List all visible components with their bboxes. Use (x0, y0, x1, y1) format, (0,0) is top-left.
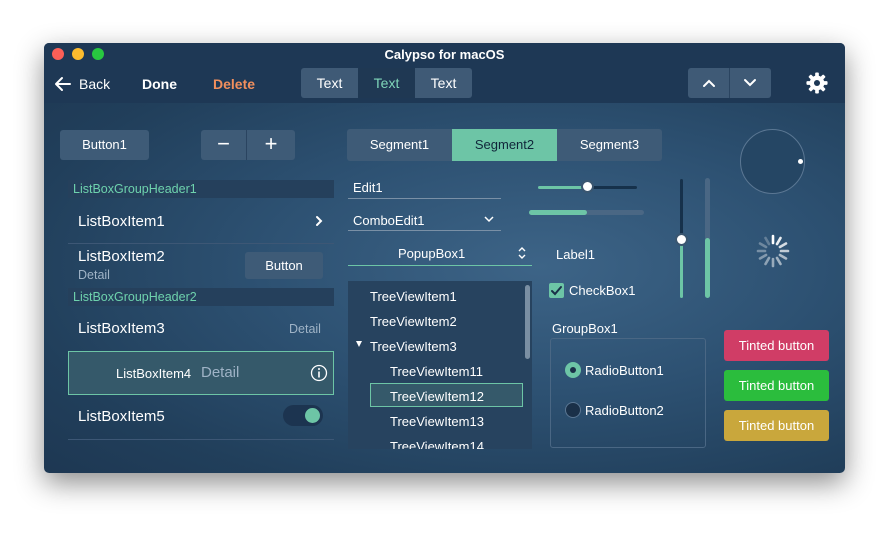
listbox-item-3-label: ListBoxItem3 (78, 320, 165, 337)
radio-circle-unchecked (565, 402, 581, 418)
vprogress-fill (705, 238, 710, 298)
slider-track-empty (587, 186, 637, 189)
segment-3[interactable]: Segment3 (557, 129, 662, 161)
tree-item-14[interactable]: TreeViewItem14 (390, 439, 484, 449)
chevron-right-icon (316, 216, 323, 226)
checkmark-icon (551, 286, 562, 296)
radio-button-2-label: RadioButton2 (585, 403, 664, 418)
checkbox1-label: CheckBox1 (569, 283, 636, 298)
listbox-item-2-label: ListBoxItem2 (78, 248, 165, 265)
info-circle-icon[interactable] (310, 364, 328, 382)
listbox-item-2-button[interactable]: Button (245, 252, 323, 279)
label1: Label1 (556, 247, 596, 262)
edit1-field[interactable]: Edit1 (353, 180, 383, 195)
dial-knob[interactable] (740, 129, 805, 194)
listbox-item-3[interactable]: ListBoxItem3 Detail (68, 306, 334, 350)
popupbox1[interactable]: PopupBox1 (348, 241, 532, 265)
vertical-slider[interactable] (675, 179, 689, 298)
checkbox1[interactable]: CheckBox1 (549, 282, 659, 300)
radio-circle-checked (565, 362, 581, 378)
arrow-left-icon (55, 77, 71, 91)
button1[interactable]: Button1 (60, 130, 149, 160)
vertical-progress-bar (705, 178, 710, 298)
listbox-item-4-label: ListBoxItem4 (116, 366, 192, 381)
activity-spinner-icon (756, 234, 790, 268)
tinted-button-green[interactable]: Tinted button (724, 370, 829, 401)
tree-expander-icon[interactable] (356, 341, 362, 347)
tree-item-13[interactable]: TreeViewItem13 (390, 414, 484, 429)
listbox-item-4-detail: Detail (201, 364, 240, 381)
progress-fill (529, 210, 587, 215)
chevron-up-icon (703, 79, 715, 87)
tree-scrollbar[interactable] (525, 285, 530, 359)
listbox-item-1[interactable]: ListBoxItem1 (68, 198, 334, 243)
tinted-button-red[interactable]: Tinted button (724, 330, 829, 361)
comboedit1-label: ComboEdit1 (353, 213, 425, 228)
tree-item-12[interactable]: TreeViewItem12 (390, 389, 484, 404)
listbox-item-3-detail: Detail (289, 322, 321, 336)
listbox-item-5[interactable]: ListBoxItem5 (68, 395, 334, 439)
minus-button[interactable]: − (201, 130, 247, 160)
up-down-chevron-icon (518, 247, 526, 259)
checkbox-box (549, 283, 564, 298)
tree-view: TreeViewItem1 TreeViewItem2 TreeViewItem… (348, 281, 532, 449)
tinted-button-yellow[interactable]: Tinted button (724, 410, 829, 441)
segment-2[interactable]: Segment2 (452, 129, 557, 161)
horizontal-progress-bar (529, 210, 644, 215)
dial-indicator (798, 159, 803, 164)
listbox-item-4[interactable]: ListBoxItem4 Detail (68, 351, 334, 395)
delete-button[interactable]: Delete (213, 76, 255, 92)
slider-thumb[interactable] (581, 180, 594, 193)
app-window: Calypso for macOS Back Done Delete Text … (44, 43, 845, 473)
listbox-group-header-1: ListBoxGroupHeader1 (68, 180, 334, 198)
back-button[interactable]: Back (54, 73, 116, 95)
popupbox1-underline (348, 265, 532, 266)
back-label: Back (79, 76, 111, 92)
edit1-underline (348, 198, 501, 199)
gear-icon[interactable] (806, 72, 828, 94)
down-button[interactable] (730, 68, 771, 98)
radio-dot (570, 367, 576, 373)
chevron-down-icon (484, 216, 494, 223)
tree-item-2[interactable]: TreeViewItem2 (370, 314, 457, 329)
chevron-down-icon (744, 79, 756, 87)
tree-item-11[interactable]: TreeViewItem11 (390, 364, 483, 379)
listbox-item-5-toggle[interactable] (283, 405, 323, 426)
radio-button-1[interactable]: RadioButton1 (565, 361, 695, 379)
tree-item-1[interactable]: TreeViewItem1 (370, 289, 457, 304)
listbox-item-2-detail: Detail (78, 268, 110, 282)
vslider-track-empty (680, 179, 683, 239)
up-button[interactable] (688, 68, 730, 98)
horizontal-slider[interactable] (538, 179, 637, 195)
tree-item-3[interactable]: TreeViewItem3 (370, 339, 457, 354)
done-button[interactable]: Done (142, 76, 177, 92)
listbox-item-2[interactable]: ListBoxItem2 Detail Button (68, 244, 334, 288)
listbox-item-5-label: ListBoxItem5 (78, 408, 165, 425)
listbox-item-1-label: ListBoxItem1 (78, 213, 165, 230)
popupbox1-label: PopupBox1 (398, 246, 466, 261)
vslider-track-filled (680, 239, 683, 298)
slider-track-filled (538, 186, 587, 189)
radio-button-2[interactable]: RadioButton2 (565, 401, 695, 419)
toolbar-segment-1[interactable]: Text (301, 68, 358, 98)
toolbar-segment-2[interactable]: Text (358, 68, 415, 98)
vslider-thumb[interactable] (675, 233, 688, 246)
groupbox1-title: GroupBox1 (552, 321, 618, 336)
listbox-group-header-2: ListBoxGroupHeader2 (68, 288, 334, 306)
window-title: Calypso for macOS (384, 47, 505, 62)
plus-button[interactable]: + (247, 130, 295, 160)
comboedit1-underline (348, 230, 501, 231)
listbox-separator (68, 439, 334, 440)
segment-1[interactable]: Segment1 (347, 129, 452, 161)
radio-button-1-label: RadioButton1 (585, 363, 664, 378)
groupbox1: RadioButton1 RadioButton2 (550, 338, 706, 448)
comboedit1-field[interactable]: ComboEdit1 (348, 209, 501, 231)
toolbar-segment-3[interactable]: Text (415, 68, 472, 98)
toggle-knob (305, 408, 320, 423)
